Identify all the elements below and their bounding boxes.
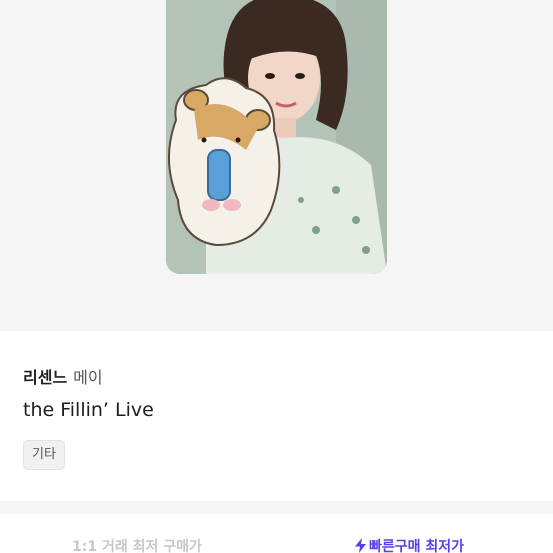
price-bar: 1:1 거래 최저 구매가 빠른구매 최저가 bbox=[0, 514, 553, 553]
product-image-area bbox=[0, 0, 553, 331]
one-to-one-lowest-price-label: 1:1 거래 최저 구매가 bbox=[72, 539, 202, 553]
category-tag[interactable]: 기타 bbox=[23, 440, 65, 470]
album-title: the Fillin’ Live bbox=[23, 399, 154, 421]
lightning-icon bbox=[355, 538, 366, 553]
artist-name[interactable]: 리센느 bbox=[23, 368, 67, 387]
photocard-illustration bbox=[166, 0, 387, 274]
photocard-image[interactable] bbox=[166, 0, 387, 274]
quick-buy-lowest-price-label: 빠른구매 최저가 bbox=[369, 539, 465, 553]
member-name: 메이 bbox=[73, 368, 103, 387]
section-divider bbox=[0, 501, 553, 514]
one-to-one-lowest-price-button[interactable]: 1:1 거래 최저 구매가 bbox=[72, 538, 202, 553]
product-title-row: 리센느 메이 bbox=[23, 368, 103, 388]
quick-buy-lowest-price-button[interactable]: 빠른구매 최저가 bbox=[355, 538, 464, 553]
